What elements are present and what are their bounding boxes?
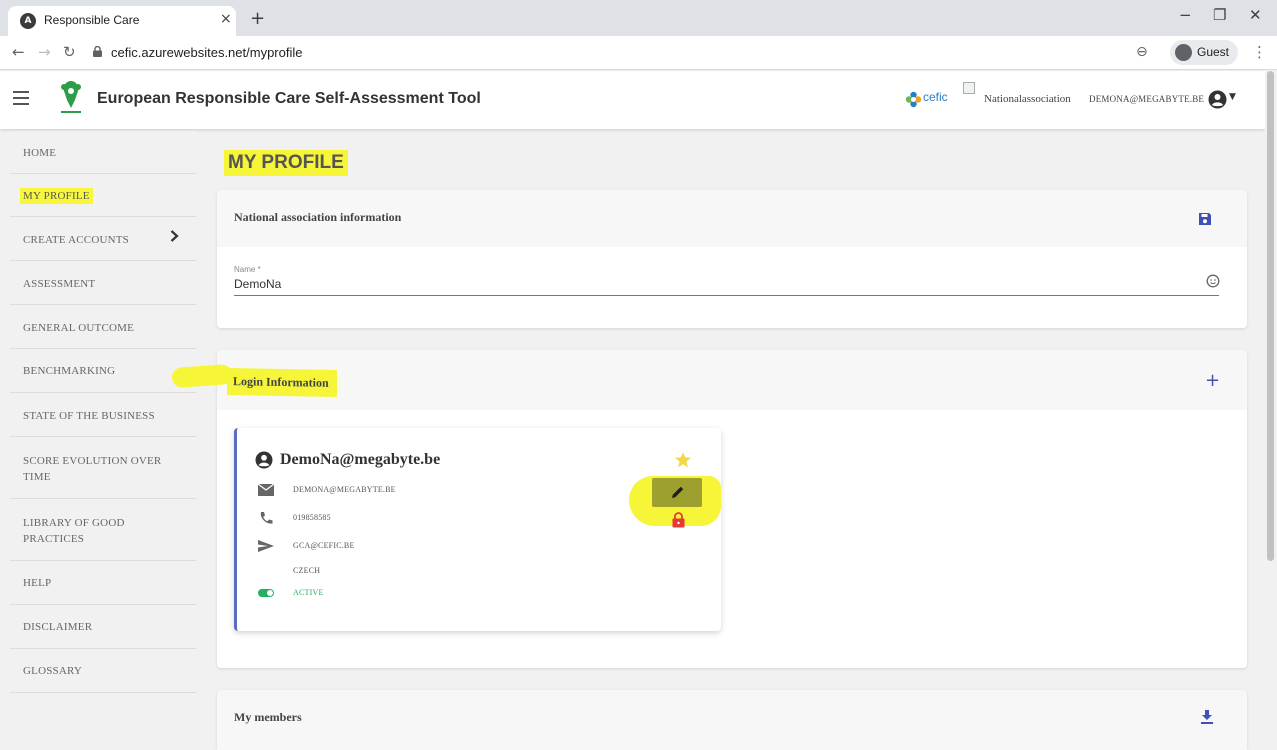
profile-label: Guest <box>1197 45 1230 59</box>
sidebar-item-help[interactable]: HELP <box>10 561 196 605</box>
user-account-icon[interactable] <box>1208 90 1227 109</box>
user-send-to: GCA@CEFIC.BE <box>293 541 355 550</box>
app-header: European Responsible Care Self-Assessmen… <box>0 71 1265 129</box>
sidebar-item-assessment[interactable]: ASSESSMENT <box>10 261 196 305</box>
emoji-icon[interactable] <box>1206 274 1220 288</box>
sidebar-item-general-outcome[interactable]: GENERAL OUTCOME <box>10 305 196 349</box>
chevron-right-icon <box>170 230 179 242</box>
browser-menu-icon[interactable]: ⋮ <box>1252 43 1267 61</box>
sidebar-nav: HOME MY PROFILE CREATE ACCOUNTS ASSESSME… <box>10 131 196 734</box>
user-country: CZECH <box>293 566 321 575</box>
national-association-title: National association information <box>234 210 402 224</box>
sidebar-item-label: LIBRARY OF GOOD PRACTICES <box>23 517 125 545</box>
name-field[interactable]: DemoNa <box>234 277 281 291</box>
save-icon[interactable] <box>1198 212 1212 226</box>
association-name: Nationalassociation <box>984 93 1071 105</box>
hamburger-menu-icon[interactable] <box>13 91 29 109</box>
send-icon <box>258 540 274 552</box>
sidebar-item-label: GLOSSARY <box>23 665 83 677</box>
sidebar-item-label: MY PROFILE <box>20 188 93 204</box>
broken-image-icon <box>963 82 975 94</box>
mail-icon <box>258 483 274 496</box>
sidebar-item-label: BENCHMARKING <box>23 365 116 377</box>
login-information-title-highlight: Login Information <box>227 368 337 397</box>
sidebar-item-label: STATE OF THE BUSINESS <box>23 410 155 422</box>
scrollbar-thumb[interactable] <box>1267 71 1274 561</box>
cefic-flower-icon <box>905 91 922 108</box>
app-title: European Responsible Care Self-Assessmen… <box>97 90 481 107</box>
lock-icon[interactable] <box>672 512 685 528</box>
browser-tab-strip: A Responsible Care × + − ❐ ✕ <box>0 0 1277 36</box>
profile-button[interactable]: Guest <box>1170 40 1238 65</box>
sidebar-item-state-of-the-business[interactable]: STATE OF THE BUSINESS <box>10 393 196 437</box>
sidebar-item-disclaimer[interactable]: DISCLAIMER <box>10 605 196 649</box>
padlock-icon[interactable] <box>93 46 102 57</box>
tab-favicon-icon: A <box>20 13 36 29</box>
responsible-care-logo <box>61 81 81 113</box>
login-information-title: Login Information <box>233 374 329 390</box>
card-header: My members <box>217 690 1247 750</box>
name-field-underline <box>234 295 1219 296</box>
restore-icon[interactable]: ❐ <box>1213 6 1226 24</box>
sidebar-item-label: HOME <box>23 147 57 159</box>
sidebar-item-label: ASSESSMENT <box>23 278 96 290</box>
sidebar-item-benchmarking[interactable]: BENCHMARKING <box>10 349 196 393</box>
reload-icon[interactable]: ↻ <box>63 43 76 61</box>
sidebar-item-label: HELP <box>23 577 52 589</box>
user-status: ACTIVE <box>293 588 324 597</box>
benchmarking-highlight-mark <box>171 363 233 389</box>
address-bar: ← → ↻ cefic.azurewebsites.net/myprofile … <box>0 36 1277 70</box>
new-tab-button[interactable]: + <box>250 8 265 29</box>
sidebar-item-label: SCORE EVOLUTION OVER TIME <box>23 455 162 483</box>
sidebar-item-create-accounts[interactable]: CREATE ACCOUNTS <box>10 217 196 261</box>
user-login-card: DemoNa@megabyte.be DEMONA@MEGABYTE.BE 01… <box>234 428 721 631</box>
name-field-label: Name * <box>234 265 261 274</box>
tab-close-icon[interactable]: × <box>220 11 232 27</box>
phone-icon <box>260 512 273 524</box>
browser-tab[interactable]: A Responsible Care × <box>8 6 236 36</box>
sidebar-item-home[interactable]: HOME <box>10 131 196 174</box>
user-account-icon <box>255 451 273 469</box>
card-header: Login Information + <box>217 350 1247 410</box>
close-window-icon[interactable]: ✕ <box>1249 6 1262 24</box>
pencil-icon[interactable] <box>671 485 685 499</box>
cefic-logo-text: cefic <box>923 90 948 104</box>
sidebar-item-score-evolution[interactable]: SCORE EVOLUTION OVER TIME <box>10 437 196 499</box>
profile-avatar-icon <box>1175 44 1192 61</box>
minimize-icon[interactable]: − <box>1179 6 1192 24</box>
sidebar-item-label: CREATE ACCOUNTS <box>23 234 129 246</box>
user-email[interactable]: DEMONA@MEGABYTE.BE <box>1089 94 1204 104</box>
zoom-icon[interactable]: ⊖ <box>1136 44 1148 60</box>
sidebar-item-library-of-good-practices[interactable]: LIBRARY OF GOOD PRACTICES <box>10 499 196 561</box>
page-scrollbar[interactable] <box>1265 71 1277 734</box>
card-header: National association information <box>217 190 1247 247</box>
star-icon[interactable] <box>674 451 692 469</box>
my-members-card: My members <box>217 690 1247 750</box>
my-members-title: My members <box>234 710 302 724</box>
user-menu-caret-icon[interactable]: ▼ <box>1229 92 1236 102</box>
sidebar-item-my-profile[interactable]: MY PROFILE <box>10 174 196 217</box>
user-card-username: DemoNa@megabyte.be <box>280 451 441 468</box>
tab-title: Responsible Care <box>44 13 140 27</box>
national-association-card: National association information Name * … <box>217 190 1247 328</box>
url-field[interactable]: cefic.azurewebsites.net/myprofile <box>111 45 302 60</box>
sidebar-item-glossary[interactable]: GLOSSARY <box>10 649 196 693</box>
toggle-on-icon[interactable] <box>258 586 274 600</box>
add-login-icon[interactable]: + <box>1205 370 1220 391</box>
user-phone: 019858585 <box>293 513 331 522</box>
sidebar-item-label: GENERAL OUTCOME <box>23 322 135 334</box>
back-icon[interactable]: ← <box>12 43 25 61</box>
forward-icon[interactable]: → <box>38 43 51 61</box>
page-title: MY PROFILE <box>224 150 348 176</box>
user-email: DEMONA@MEGABYTE.BE <box>293 485 396 494</box>
sidebar-item-label: DISCLAIMER <box>23 621 93 633</box>
download-icon[interactable] <box>1201 710 1213 724</box>
